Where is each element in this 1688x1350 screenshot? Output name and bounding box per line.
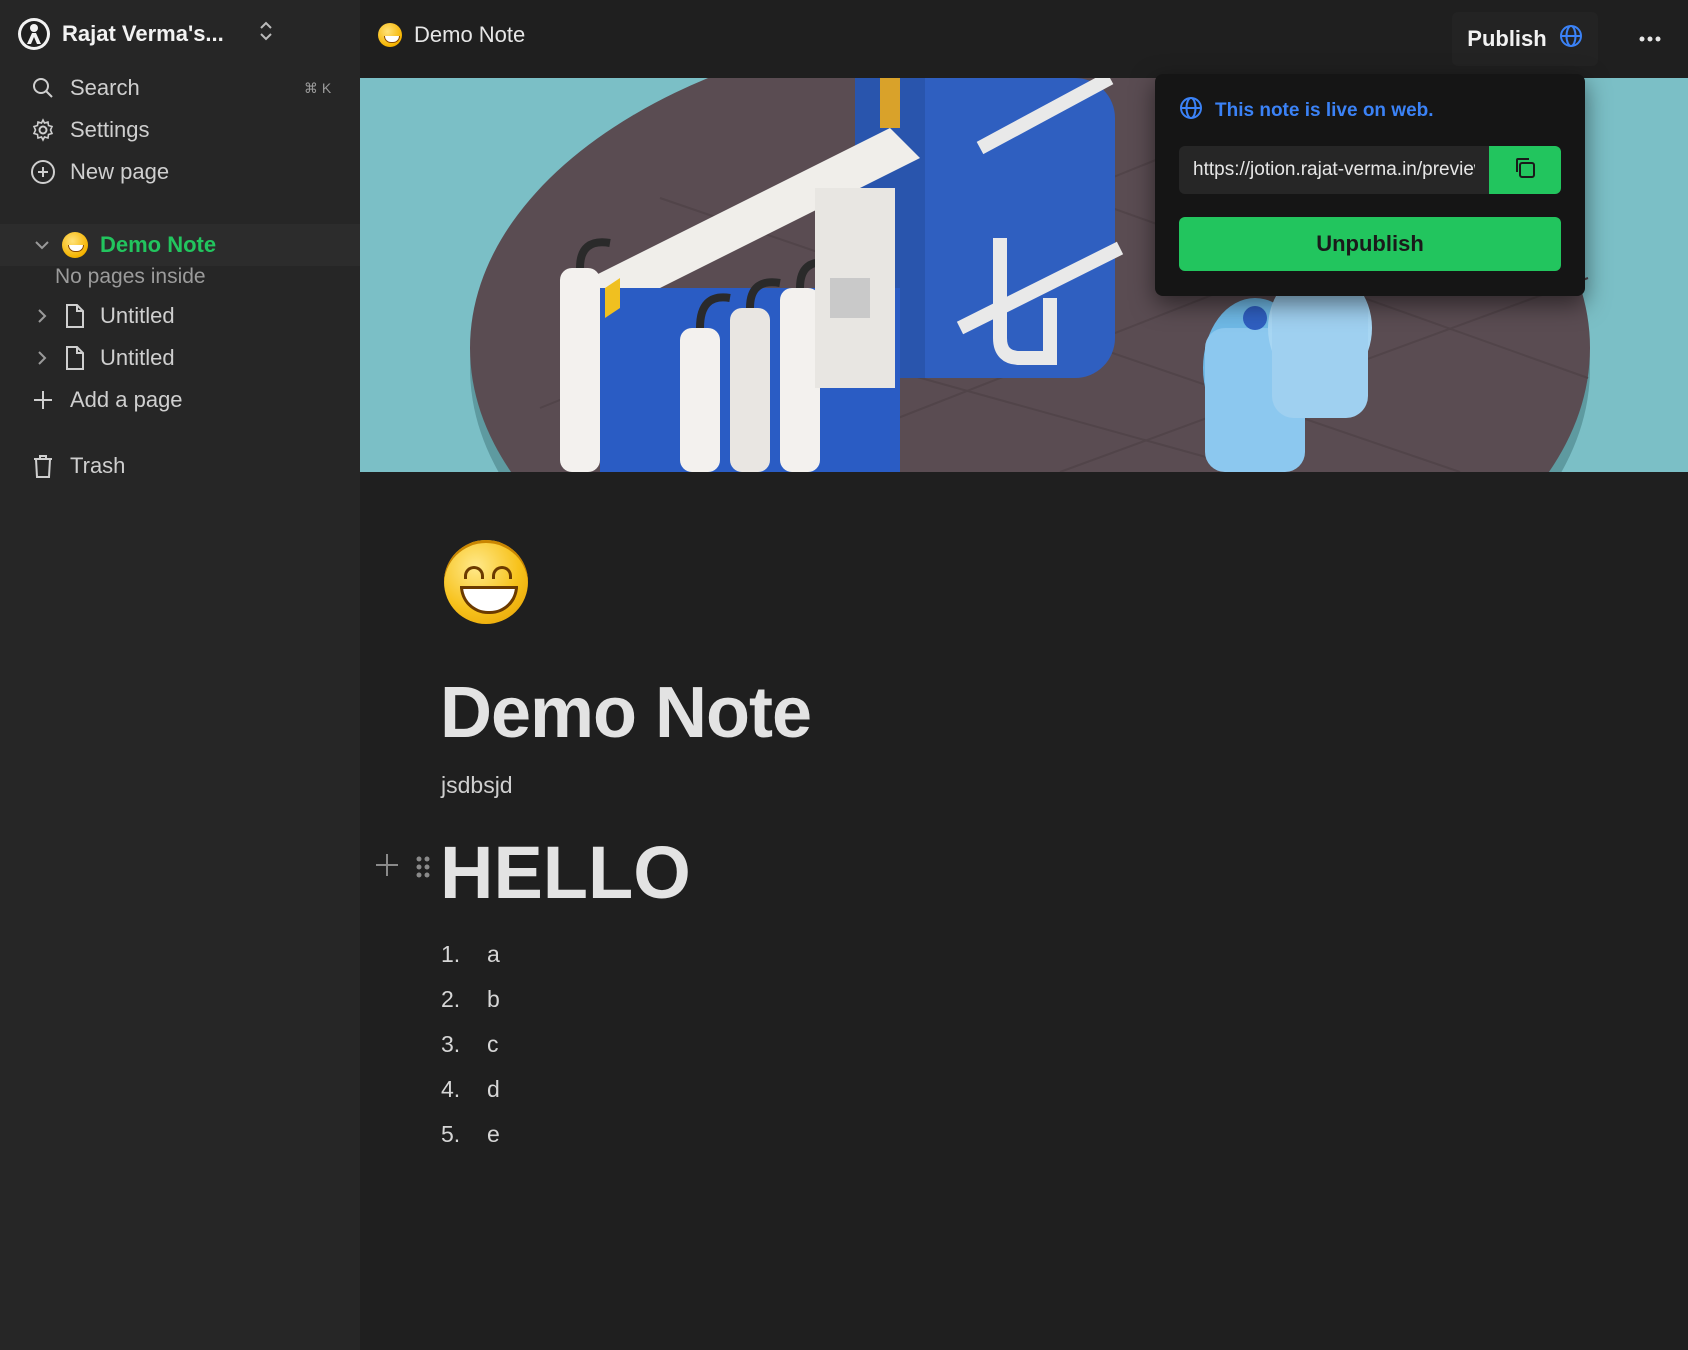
chevron-updown-icon bbox=[256, 18, 276, 49]
list-number: 5. bbox=[441, 1121, 461, 1147]
emoji-eye bbox=[464, 566, 484, 579]
top-bar: Demo Note Publish bbox=[360, 0, 1688, 78]
sidebar-item-label: Settings bbox=[70, 117, 150, 142]
list-number: 2. bbox=[441, 986, 461, 1012]
drag-handle-icon[interactable] bbox=[414, 854, 432, 885]
list-item[interactable]: 2. b bbox=[441, 977, 500, 1022]
list-number: 4. bbox=[441, 1076, 461, 1102]
search-shortcut: ⌘ K bbox=[304, 80, 332, 96]
breadcrumb[interactable]: Demo Note bbox=[378, 22, 525, 48]
workspace-name: Rajat Verma's... bbox=[62, 21, 224, 46]
grinning-face-icon bbox=[378, 23, 402, 47]
add-block-icon[interactable] bbox=[374, 852, 400, 883]
no-pages-text: No pages inside bbox=[55, 265, 206, 288]
file-icon bbox=[62, 303, 88, 329]
sidebar-item-label: Demo Note bbox=[100, 232, 217, 257]
grinning-face-icon bbox=[62, 232, 88, 258]
heading-block[interactable]: HELLO bbox=[440, 830, 691, 915]
more-options-button[interactable] bbox=[1628, 24, 1672, 54]
list-text: e bbox=[487, 1121, 500, 1147]
list-number: 3. bbox=[441, 1031, 461, 1057]
live-status-text: This note is live on web. bbox=[1215, 100, 1434, 121]
sidebar-item-label: Add a page bbox=[70, 387, 183, 412]
sidebar-item-add-page[interactable]: Add a page bbox=[30, 381, 183, 419]
list-item[interactable]: 4. d bbox=[441, 1067, 500, 1112]
sidebar-item-label: Trash bbox=[70, 453, 126, 478]
numbered-list: 1. a 2. b 3. c 4. d 5. e bbox=[441, 932, 500, 1157]
sidebar-item-untitled[interactable]: Untitled bbox=[30, 297, 175, 335]
file-icon bbox=[62, 345, 88, 371]
list-number: 1. bbox=[441, 941, 461, 967]
sidebar-item-label: Search bbox=[70, 75, 140, 100]
paragraph-block[interactable]: jsdbsjd bbox=[441, 772, 513, 799]
list-text: a bbox=[487, 941, 500, 967]
list-item[interactable]: 3. c bbox=[441, 1022, 500, 1067]
publish-popover: This note is live on web. Unpublish bbox=[1155, 74, 1585, 296]
sidebar-item-untitled[interactable]: Untitled bbox=[30, 339, 175, 377]
page-emoji-icon[interactable] bbox=[444, 540, 528, 624]
sidebar-item-new-page[interactable]: New page bbox=[30, 153, 169, 191]
sidebar-item-search[interactable]: Search bbox=[30, 69, 140, 107]
plus-circle-icon bbox=[30, 159, 56, 185]
list-text: c bbox=[487, 1031, 499, 1057]
list-text: d bbox=[487, 1076, 500, 1102]
page-title-breadcrumb: Demo Note bbox=[414, 22, 526, 47]
sidebar-item-trash[interactable]: Trash bbox=[30, 447, 125, 485]
workspace-switcher[interactable]: Rajat Verma's... bbox=[18, 14, 338, 54]
sidebar: Rajat Verma's... Search ⌘ K Settings New… bbox=[0, 0, 360, 1350]
list-text: b bbox=[487, 986, 500, 1012]
chevron-right-icon[interactable] bbox=[30, 349, 54, 367]
workspace-logo-icon bbox=[18, 18, 50, 50]
plus-icon bbox=[30, 387, 56, 413]
unpublish-button[interactable]: Unpublish bbox=[1179, 217, 1561, 271]
chevron-right-icon[interactable] bbox=[30, 307, 54, 325]
globe-icon bbox=[1559, 24, 1583, 54]
sidebar-item-label: New page bbox=[70, 159, 170, 184]
more-icon bbox=[1638, 30, 1662, 48]
sidebar-item-label: Untitled bbox=[100, 303, 175, 328]
copy-icon bbox=[1512, 155, 1538, 186]
chevron-down-icon[interactable] bbox=[30, 236, 54, 254]
sidebar-item-label: Untitled bbox=[100, 345, 175, 370]
gear-icon bbox=[30, 117, 56, 143]
live-status: This note is live on web. bbox=[1179, 96, 1434, 126]
trash-icon bbox=[30, 453, 56, 479]
list-item[interactable]: 1. a bbox=[441, 932, 500, 977]
copy-url-button[interactable] bbox=[1489, 146, 1561, 194]
published-url-field[interactable] bbox=[1179, 146, 1489, 194]
publish-button[interactable]: Publish bbox=[1452, 12, 1598, 66]
sidebar-item-settings[interactable]: Settings bbox=[30, 111, 150, 149]
sidebar-item-demo-note[interactable]: Demo Note bbox=[30, 226, 216, 264]
list-item[interactable]: 5. e bbox=[441, 1112, 500, 1157]
search-icon bbox=[30, 75, 56, 101]
emoji-mouth bbox=[460, 586, 518, 614]
page-title[interactable]: Demo Note bbox=[440, 672, 812, 754]
globe-icon bbox=[1179, 96, 1203, 126]
emoji-eye bbox=[492, 566, 512, 579]
publish-label: Publish bbox=[1467, 26, 1547, 51]
